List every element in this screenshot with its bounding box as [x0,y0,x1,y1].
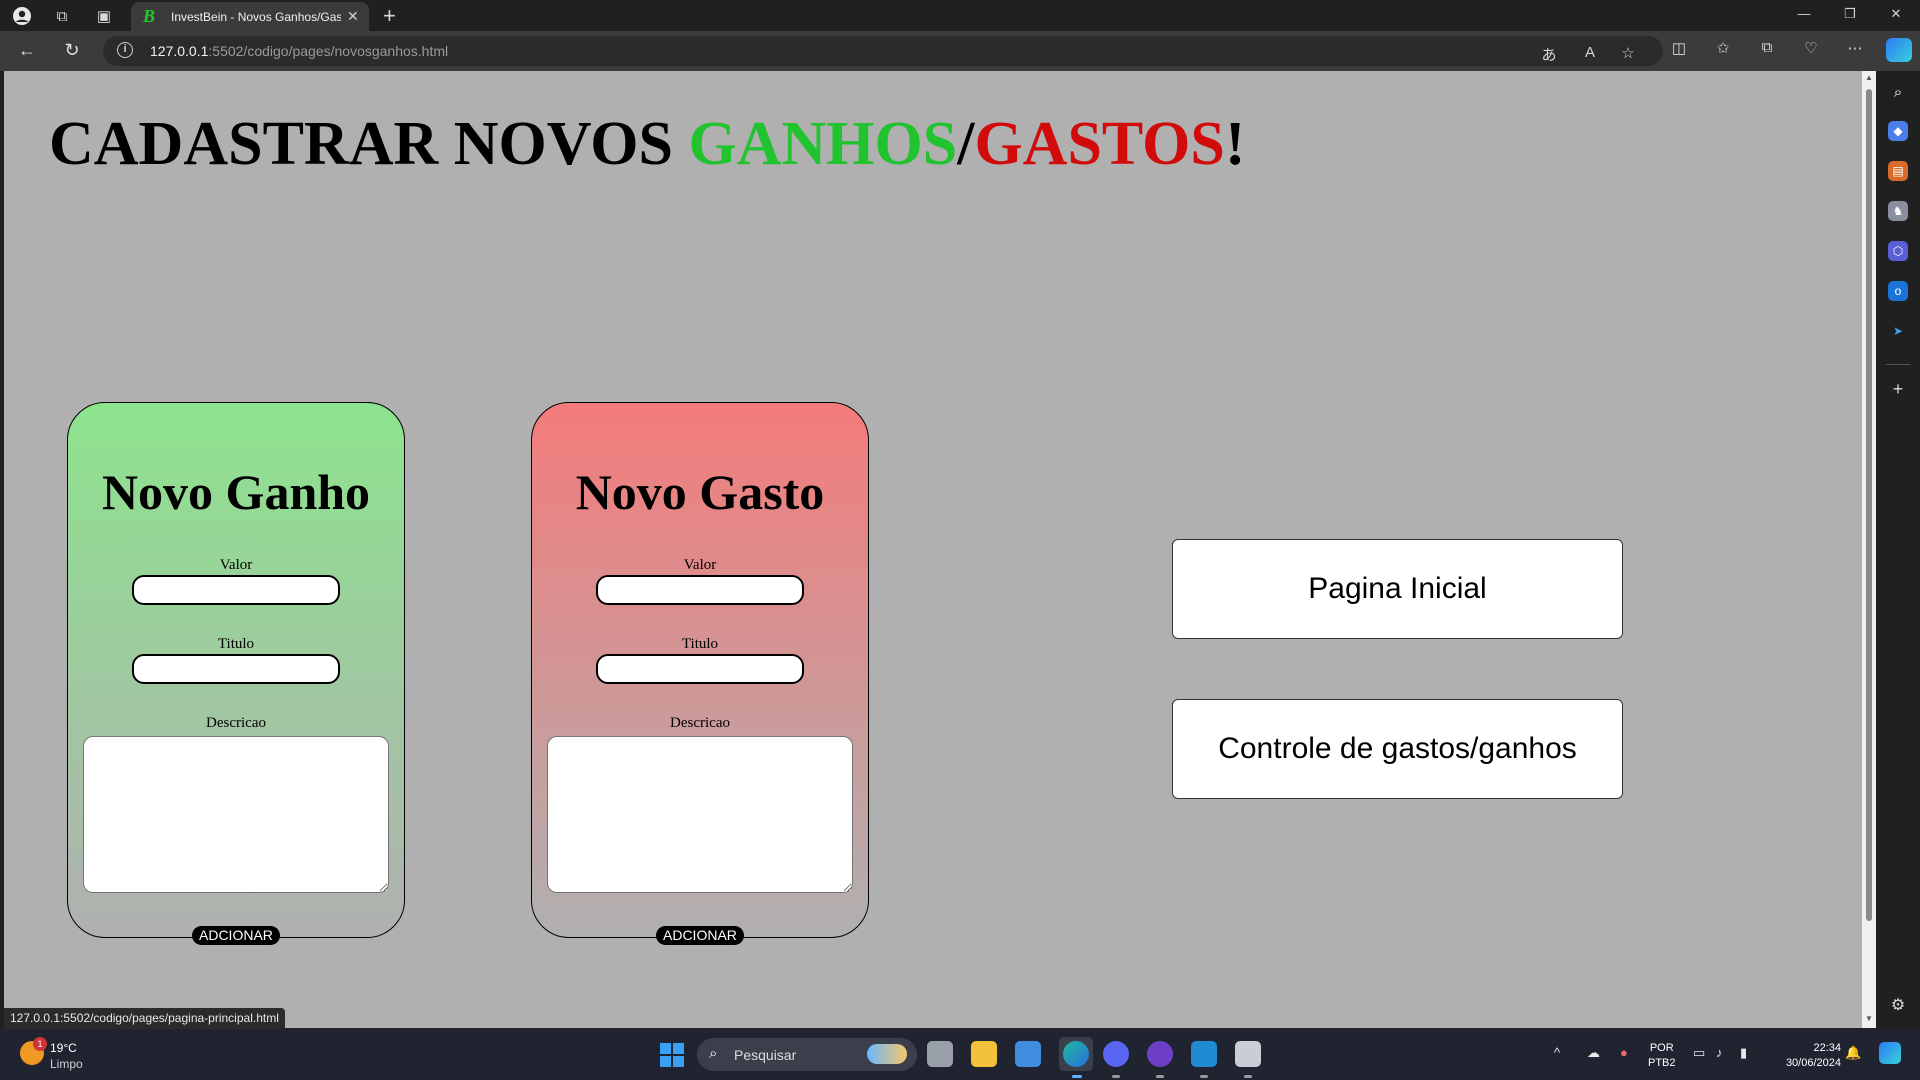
tab-title: InvestBein - Novos Ganhos/Gastos [171,9,341,24]
translate-icon[interactable]: あ [1538,44,1560,65]
ganho-adicionar-button[interactable]: ADCIONAR [192,926,280,945]
novo-ganho-title: Novo Ganho [101,464,371,520]
pagina-inicial-button[interactable]: Pagina Inicial [1172,539,1623,639]
sidebar-search-icon[interactable]: ⌕ [1888,83,1908,103]
sidebar-telegram-icon[interactable]: ➤ [1888,321,1908,341]
network-icon[interactable]: ▭ [1693,1045,1705,1061]
read-aloud-icon[interactable]: A [1579,44,1601,61]
task-view-icon[interactable] [927,1041,953,1067]
github-desktop-icon[interactable] [1147,1041,1173,1067]
sidebar-tools-icon[interactable]: ▤ [1888,161,1908,181]
ganho-descricao-textarea[interactable] [83,736,389,893]
ganho-valor-input[interactable] [132,575,340,605]
favorite-star-icon[interactable]: ☆ [1617,44,1639,62]
clock[interactable]: 22:34 30/06/2024 [1771,1041,1841,1071]
descricao-label: Descricao [670,715,730,731]
language-indicator[interactable]: POR PTB2 [1648,1041,1676,1071]
descricao-label: Descricao [206,715,266,731]
weather-temp[interactable]: 19°C [50,1041,77,1055]
gasto-titulo-input[interactable] [596,654,804,684]
discord-indicator [1112,1075,1120,1078]
back-icon[interactable]: ← [15,40,39,61]
novo-gasto-title: Novo Gasto [575,464,825,520]
scroll-up-icon[interactable]: ▲ [1864,73,1874,82]
sidebar-settings-icon[interactable]: ⚙ [1888,996,1908,1016]
controle-gastos-ganhos-button[interactable]: Controle de gastos/ganhos [1172,699,1623,799]
sidebar-copilot-icon[interactable]: ⬡ [1888,241,1908,261]
status-bar-url: 127.0.0.1:5502/codigo/pages/pagina-princ… [4,1008,285,1029]
file-explorer-icon[interactable] [971,1041,997,1067]
copilot-taskbar-icon[interactable] [1879,1042,1901,1064]
edge-active-indicator [1072,1075,1082,1078]
reload-icon[interactable]: ↻ [60,40,84,61]
page-viewport: CADASTRAR NOVOS GANHOS/GASTOS! Novo Ganh… [4,71,1862,1028]
address-bar[interactable]: i 127.0.0.1:5502/codigo/pages/novosganho… [103,36,1663,66]
novo-gasto-form: Novo Gasto Valor Titulo Descricao ADCION… [531,402,869,945]
ganho-titulo-input[interactable] [132,654,340,684]
new-tab-icon[interactable]: + [383,3,396,29]
notepad-icon[interactable] [1235,1041,1261,1067]
scroll-down-icon[interactable]: ▼ [1864,1014,1874,1023]
tab-active[interactable]: B InvestBein - Novos Ganhos/Gastos ✕ [131,2,369,31]
onedrive-icon[interactable]: ☁ [1587,1045,1600,1061]
vscode-icon[interactable] [1191,1041,1217,1067]
tab-close-icon[interactable]: ✕ [347,8,359,25]
notepad-indicator [1244,1075,1252,1078]
github-indicator [1156,1075,1164,1078]
split-screen-icon[interactable]: ◫ [1668,39,1690,57]
profile-icon[interactable] [11,5,33,27]
microphone-icon[interactable]: ● [1620,1045,1628,1060]
edge-icon[interactable] [1063,1041,1089,1067]
url-text[interactable]: 127.0.0.1:5502/codigo/pages/novosganhos.… [150,43,448,59]
restore-icon[interactable]: ❐ [1840,6,1860,22]
browser-navbar: ← ↻ i 127.0.0.1:5502/codigo/pages/novosg… [0,31,1920,71]
novo-ganho-form: Novo Ganho Valor Titulo Descricao ADCION… [67,402,405,945]
tray-chevron-icon[interactable]: ^ [1554,1045,1560,1060]
gasto-descricao-textarea[interactable] [547,736,853,893]
windows-taskbar: 1 19°C Limpo ⌕ Pesquisar ^ ☁ ● POR PTB2 ▭… [0,1029,1920,1080]
discord-icon[interactable] [1103,1041,1129,1067]
site-info-icon[interactable]: i [117,42,133,58]
copilot-icon[interactable] [1886,38,1912,62]
sidebar-games-icon[interactable]: ♞ [1888,201,1908,221]
scroll-thumb[interactable] [1866,89,1872,921]
search-icon: ⌕ [709,1045,718,1062]
page-title: CADASTRAR NOVOS GANHOS/GASTOS! [49,110,1246,178]
sidebar-shopping-icon[interactable]: ◆ [1888,121,1908,141]
gasto-valor-input[interactable] [596,575,804,605]
sidebar-divider [1886,364,1910,365]
vscode-indicator [1200,1075,1208,1078]
vertical-tabs-icon[interactable]: ▣ [93,5,115,27]
valor-label: Valor [219,557,253,573]
weather-badge: 1 [33,1037,47,1051]
gasto-adicionar-button[interactable]: ADCIONAR [656,926,744,945]
notifications-icon[interactable]: 🔔 [1845,1045,1861,1061]
more-menu-icon[interactable]: ⋯ [1844,39,1866,57]
titulo-label: Titulo [681,636,719,652]
collections-icon[interactable]: ⧉ [1756,39,1778,56]
volume-icon[interactable]: ♪ [1716,1045,1723,1060]
browser-essentials-icon[interactable]: ♡ [1800,39,1822,57]
edge-sidebar: ⌕ ◆ ▤ ♞ ⬡ o ➤ + ⚙ [1876,71,1920,1029]
valor-label: Valor [683,557,717,573]
sidebar-outlook-icon[interactable]: o [1888,281,1908,301]
titulo-label: Titulo [217,636,255,652]
browser-titlebar: ⧉ ▣ B InvestBein - Novos Ganhos/Gastos ✕… [0,0,1920,31]
workspaces-icon[interactable]: ⧉ [51,5,73,27]
weather-desc[interactable]: Limpo [50,1057,83,1071]
minimize-icon[interactable]: — [1794,6,1814,21]
favorites-icon[interactable]: ✩ [1712,39,1734,57]
battery-icon[interactable]: ▮ [1740,1045,1747,1061]
search-highlight-icon [867,1044,907,1064]
search-placeholder: Pesquisar [734,1047,797,1063]
close-window-icon[interactable]: ✕ [1886,6,1906,22]
site-favicon-icon: B [143,6,156,26]
sidebar-add-icon[interactable]: + [1888,379,1908,399]
ms-store-icon[interactable] [1015,1041,1041,1067]
taskbar-search[interactable]: ⌕ Pesquisar [697,1038,917,1071]
page-scrollbar[interactable]: ▲ ▼ [1862,71,1876,1028]
start-button[interactable] [660,1043,684,1067]
